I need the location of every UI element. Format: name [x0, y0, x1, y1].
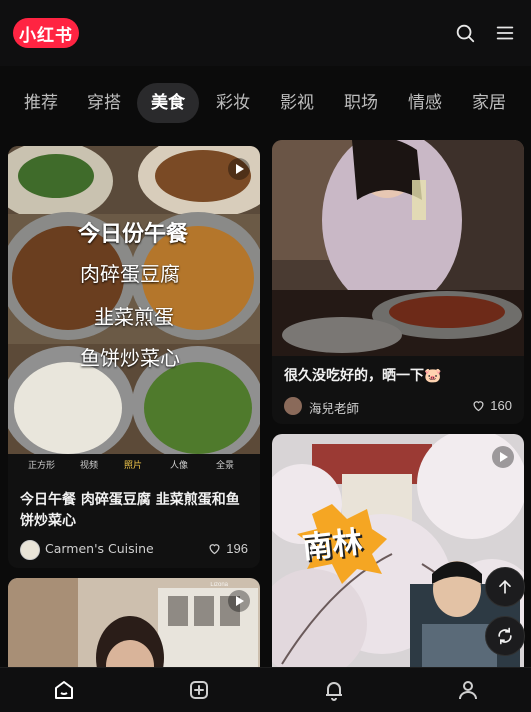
camera-mode: 人像 [170, 461, 189, 471]
camera-modes: 正方形 视频 照片 人像 全景 [8, 458, 260, 476]
avatar[interactable] [20, 540, 40, 560]
like-button[interactable]: 196 [207, 541, 248, 556]
category-tabs: 推荐 穿搭 美食 彩妆 影视 职场 情感 家居 [0, 66, 531, 140]
sticker-text: 南林 [300, 524, 365, 567]
note-title[interactable]: 今日午餐 肉碎蛋豆腐 韭菜煎蛋和鱼饼炒菜心 [20, 490, 248, 532]
author-name[interactable]: 海兒老師 [309, 398, 359, 417]
note-cover-image: 今日份午餐 肉碎蛋豆腐 韭菜煎蛋 鱼饼炒菜心 正方形 视频 照片 人像 全景 [8, 146, 260, 480]
author-name[interactable]: Carmen's Cuisine [45, 541, 154, 556]
note-meta: Carmen's Cuisine 196 [20, 538, 248, 560]
refresh-button[interactable] [485, 616, 525, 656]
heart-icon [209, 544, 220, 555]
note-cover-image: Lizona [8, 578, 260, 667]
tab-recommend[interactable]: 推荐 [10, 83, 72, 123]
video-play-icon [492, 446, 514, 468]
tab-career[interactable]: 职场 [330, 83, 392, 123]
like-count: 196 [226, 541, 248, 556]
top-bar: 小红书 [0, 0, 531, 66]
note-card[interactable]: 很久没吃好的，晒一下🐷 海兒老師 160 [272, 140, 524, 424]
video-play-icon [228, 158, 250, 180]
like-button[interactable]: 160 [471, 398, 512, 413]
arrow-up-icon [499, 579, 511, 594]
bottom-nav [0, 667, 531, 712]
home-icon[interactable] [52, 678, 76, 702]
refresh-icon [498, 627, 512, 645]
camera-mode: 视频 [80, 461, 99, 471]
app-logo[interactable]: 小红书 [13, 18, 79, 48]
note-card[interactable]: Lizona [8, 578, 260, 667]
tab-food[interactable]: 美食 [137, 83, 199, 123]
add-icon[interactable] [187, 678, 211, 702]
tab-movies[interactable]: 影视 [266, 83, 328, 123]
note-card[interactable]: 今日份午餐 肉碎蛋豆腐 韭菜煎蛋 鱼饼炒菜心 正方形 视频 照片 人像 全景 今… [8, 146, 260, 568]
tab-outfit[interactable]: 穿搭 [73, 83, 135, 123]
like-count: 160 [490, 398, 512, 413]
tab-emotion[interactable]: 情感 [394, 83, 456, 123]
camera-mode: 正方形 [28, 461, 56, 471]
overlay-line: 肉碎蛋豆腐 [80, 262, 180, 286]
note-cover-image [272, 140, 524, 356]
tab-makeup[interactable]: 彩妆 [202, 83, 264, 123]
camera-mode-active: 照片 [124, 461, 143, 471]
overlay-title: 今日份午餐 [78, 222, 189, 247]
profile-icon[interactable] [456, 678, 480, 702]
menu-icon[interactable] [494, 22, 516, 44]
video-play-icon [228, 590, 250, 612]
heart-icon [473, 401, 484, 412]
note-title[interactable]: 很久没吃好的，晒一下🐷 [284, 366, 512, 387]
avatar[interactable] [284, 397, 302, 415]
watermark-text: Lizona [210, 582, 228, 588]
search-icon[interactable] [454, 22, 476, 44]
overlay-line: 韭菜煎蛋 [94, 305, 174, 329]
bell-icon[interactable] [322, 678, 346, 702]
note-meta: 海兒老師 160 [284, 395, 512, 417]
overlay-line: 鱼饼炒菜心 [80, 346, 180, 370]
scroll-top-button[interactable] [485, 567, 525, 607]
tab-home[interactable]: 家居 [458, 83, 520, 123]
camera-mode: 全景 [216, 461, 235, 471]
